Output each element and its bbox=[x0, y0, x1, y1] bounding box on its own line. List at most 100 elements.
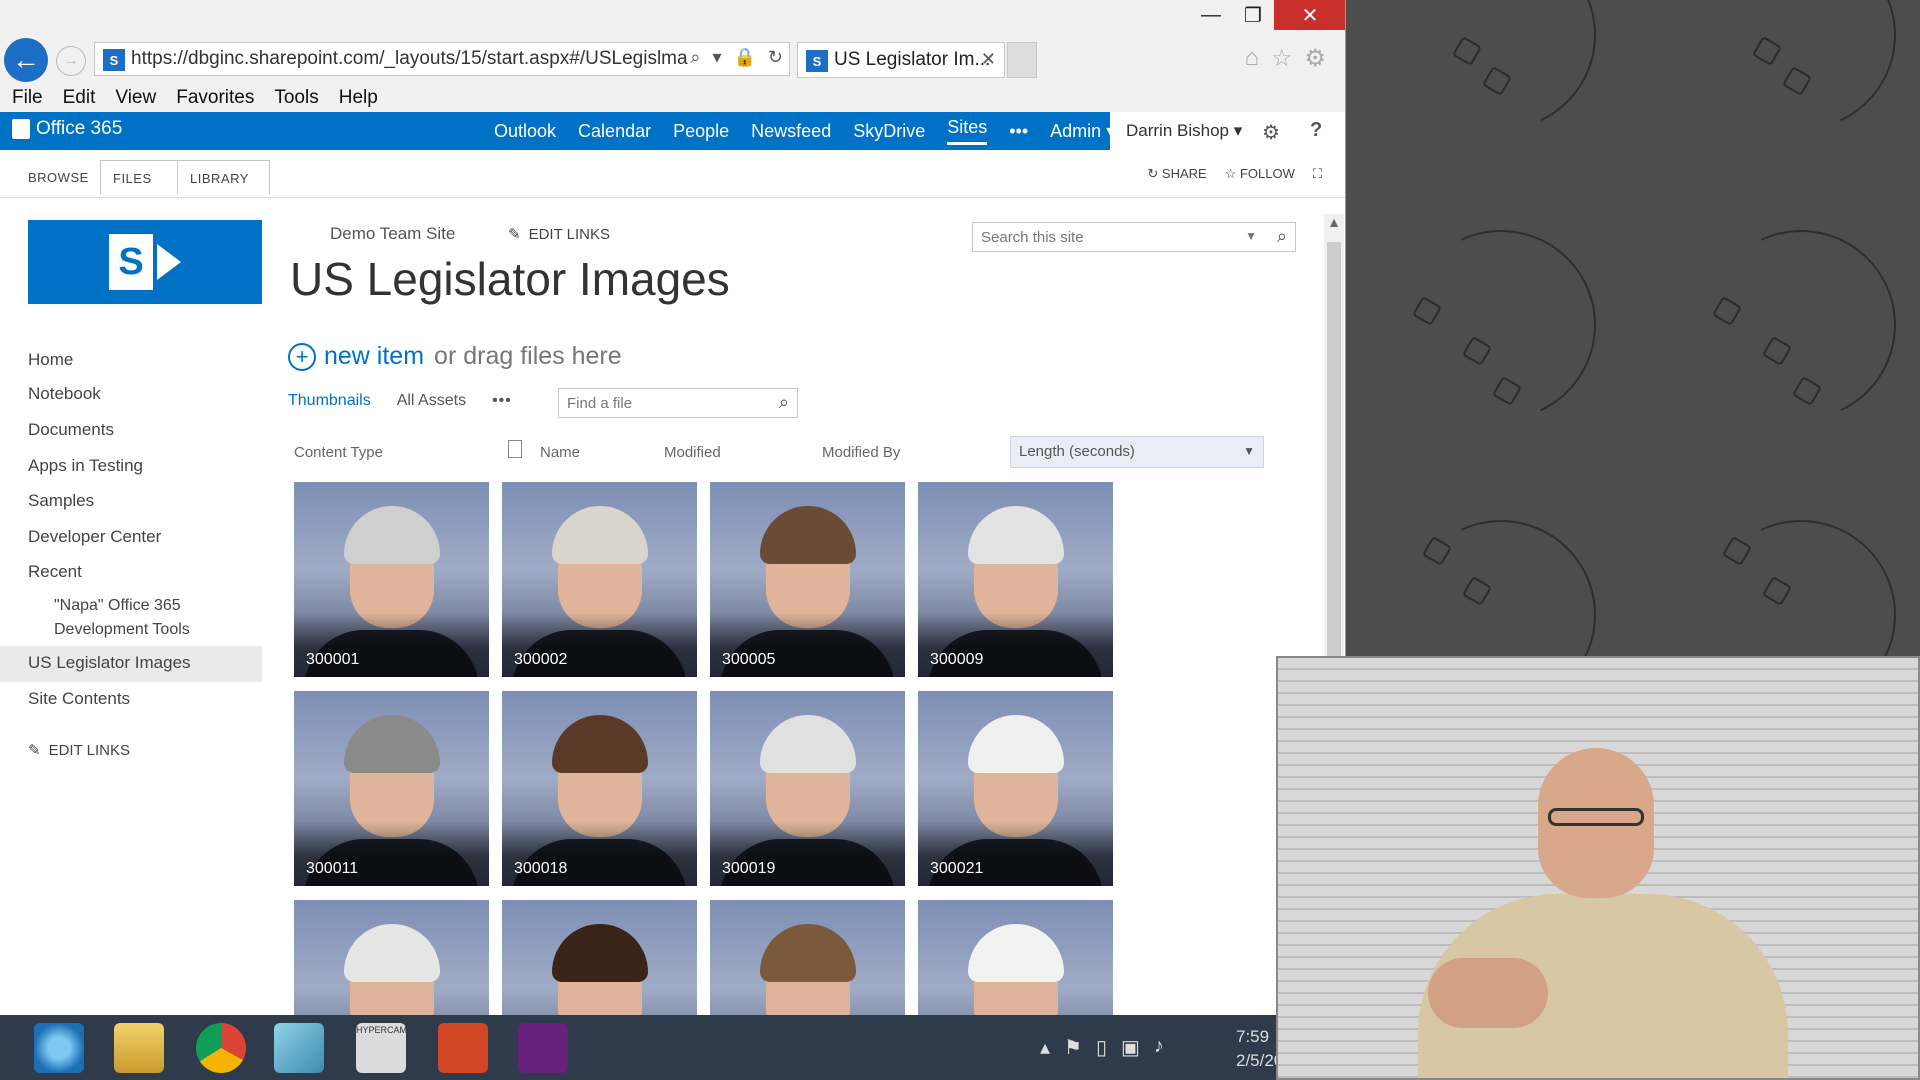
home-icon[interactable]: ⌂ bbox=[1244, 44, 1259, 73]
chevron-down-icon[interactable]: ▼ bbox=[1243, 444, 1255, 458]
column-modified-by[interactable]: Modified By bbox=[822, 444, 900, 461]
suite-link-newsfeed[interactable]: Newsfeed bbox=[751, 121, 831, 142]
browser-tab[interactable]: S US Legislator Im... ✕ bbox=[797, 42, 1005, 78]
tray-expand-icon[interactable]: ▴ bbox=[1040, 1035, 1050, 1060]
thumbnail-item[interactable] bbox=[294, 900, 489, 1015]
nav-edit-links[interactable]: ✎ EDIT LINKS bbox=[28, 741, 130, 760]
chrome-icon[interactable] bbox=[196, 1023, 246, 1073]
menu-edit[interactable]: Edit bbox=[63, 86, 96, 112]
windows-taskbar: HYPERCAM ▴ ⚑ ▯ ▣ ♪ 7:59 2/5/2014 bbox=[0, 1015, 1302, 1080]
tab-library[interactable]: LIBRARY bbox=[170, 160, 270, 194]
search-icon[interactable]: ⌕ bbox=[1277, 226, 1287, 247]
menu-file[interactable]: File bbox=[12, 86, 43, 112]
nav-item-apps-in-testing[interactable]: Apps in Testing bbox=[28, 456, 143, 476]
portrait-hair bbox=[552, 715, 648, 773]
column-content-type[interactable]: Content Type bbox=[294, 444, 383, 461]
menu-tools[interactable]: Tools bbox=[274, 86, 318, 112]
thumbnail-item[interactable] bbox=[918, 900, 1113, 1015]
suite-link-sites[interactable]: Sites bbox=[947, 117, 988, 145]
nav-item-napa-line1[interactable]: "Napa" Office 365 bbox=[54, 594, 181, 618]
thumbnail-item[interactable]: 300009 bbox=[918, 482, 1113, 677]
new-item-link[interactable]: new item bbox=[324, 342, 424, 371]
close-button[interactable]: ✕ bbox=[1274, 0, 1345, 30]
refresh-icon[interactable]: ↻ bbox=[768, 47, 783, 68]
notepad-icon[interactable] bbox=[274, 1023, 324, 1073]
nav-item-samples[interactable]: Samples bbox=[28, 491, 94, 511]
address-bar[interactable]: S https://dbginc.sharepoint.com/_layouts… bbox=[94, 42, 790, 76]
suite-link-admin[interactable]: Admin ▾ bbox=[1050, 121, 1115, 142]
chevron-down-icon[interactable]: ▼ bbox=[1245, 229, 1257, 243]
thumbnail-item[interactable] bbox=[502, 900, 697, 1015]
column-modified[interactable]: Modified bbox=[664, 444, 721, 461]
new-tab-button[interactable] bbox=[1007, 42, 1037, 78]
volume-icon[interactable]: ♪ bbox=[1154, 1035, 1164, 1060]
tab-browse[interactable]: BROWSE bbox=[28, 170, 89, 185]
edit-links-button[interactable]: ✎ EDIT LINKS bbox=[508, 225, 610, 244]
forward-button[interactable]: → bbox=[56, 46, 86, 76]
nav-item-napa-line2[interactable]: Development Tools bbox=[54, 618, 190, 642]
view-all-assets[interactable]: All Assets bbox=[397, 392, 466, 410]
search-icon[interactable]: ⌕ bbox=[779, 392, 789, 413]
nav-item-us-legislator-images[interactable]: US Legislator Images bbox=[28, 653, 191, 673]
minimize-button[interactable]: — bbox=[1190, 0, 1232, 30]
suite-link-more[interactable]: ••• bbox=[1009, 121, 1028, 142]
search-input[interactable]: Search this site ▼ ⌕ bbox=[972, 222, 1296, 252]
powerpoint-icon[interactable] bbox=[438, 1023, 488, 1073]
dropdown-icon[interactable]: ▾ bbox=[712, 47, 721, 68]
nav-item-notebook[interactable]: Notebook bbox=[28, 384, 101, 404]
view-thumbnails[interactable]: Thumbnails bbox=[288, 392, 371, 410]
internet-explorer-icon[interactable] bbox=[34, 1023, 84, 1073]
visual-studio-icon[interactable] bbox=[518, 1023, 568, 1073]
thumbnail-item[interactable]: 300011 bbox=[294, 691, 489, 886]
nav-item-recent[interactable]: Recent bbox=[28, 562, 82, 582]
thumbnail-item[interactable]: 300021 bbox=[918, 691, 1113, 886]
column-name[interactable]: Name bbox=[540, 444, 580, 461]
search-icon[interactable]: ⌕ bbox=[690, 47, 700, 68]
share-button[interactable]: ↻ SHARE bbox=[1147, 166, 1206, 182]
site-logo[interactable]: S bbox=[28, 220, 262, 304]
plus-icon[interactable]: + bbox=[288, 342, 316, 371]
scroll-up-icon[interactable]: ▲ bbox=[1324, 214, 1344, 234]
thumbnail-item[interactable]: 300005 bbox=[710, 482, 905, 677]
power-icon[interactable]: ▯ bbox=[1096, 1035, 1107, 1060]
back-button[interactable]: ← bbox=[4, 38, 48, 82]
network-icon[interactable]: ▣ bbox=[1121, 1035, 1140, 1060]
sharepoint-favicon-icon: S bbox=[806, 50, 828, 72]
menu-favorites[interactable]: Favorites bbox=[176, 86, 254, 112]
nav-item-developer-center[interactable]: Developer Center bbox=[28, 527, 161, 547]
view-more[interactable]: ••• bbox=[492, 392, 512, 410]
thumbnail-item[interactable]: 300019 bbox=[710, 691, 905, 886]
suite-link-skydrive[interactable]: SkyDrive bbox=[853, 121, 925, 142]
file-explorer-icon[interactable] bbox=[114, 1023, 164, 1073]
breadcrumb[interactable]: Demo Team Site bbox=[330, 224, 455, 244]
menu-view[interactable]: View bbox=[115, 86, 156, 112]
thumbnail-item[interactable]: 300002 bbox=[502, 482, 697, 677]
thumbnail-item[interactable]: 300018 bbox=[502, 691, 697, 886]
column-length-seconds[interactable]: Length (seconds) ▼ bbox=[1010, 436, 1264, 468]
help-icon[interactable]: ? bbox=[1310, 119, 1322, 142]
nav-item-documents[interactable]: Documents bbox=[28, 420, 114, 440]
suite-link-calendar[interactable]: Calendar bbox=[578, 121, 651, 142]
action-center-flag-icon[interactable]: ⚑ bbox=[1064, 1035, 1082, 1060]
follow-button[interactable]: ☆ FOLLOW bbox=[1225, 166, 1295, 182]
nav-item-home[interactable]: Home bbox=[28, 350, 73, 370]
suite-link-outlook[interactable]: Outlook bbox=[494, 121, 556, 142]
restore-button[interactable]: ❐ bbox=[1232, 0, 1274, 30]
address-tools: ⌕ ▾ 🔒 ↻ bbox=[690, 47, 783, 68]
favorites-star-icon[interactable]: ☆ bbox=[1271, 44, 1293, 73]
office-logo-icon bbox=[12, 119, 30, 139]
nav-item-site-contents[interactable]: Site Contents bbox=[28, 689, 130, 709]
tab-files[interactable]: FILES bbox=[100, 160, 178, 194]
find-file-input[interactable]: Find a file ⌕ bbox=[558, 388, 798, 418]
suite-link-people[interactable]: People bbox=[673, 121, 729, 142]
focus-on-content-icon[interactable]: ⛶ bbox=[1313, 166, 1322, 182]
lock-icon[interactable]: 🔒 bbox=[733, 47, 755, 68]
tab-close-icon[interactable]: ✕ bbox=[981, 49, 996, 70]
settings-gear-icon[interactable]: ⚙ bbox=[1262, 120, 1280, 145]
office365-logo[interactable]: Office 365 bbox=[12, 118, 122, 140]
hypercam-icon[interactable]: HYPERCAM bbox=[356, 1023, 407, 1073]
thumbnail-item[interactable] bbox=[710, 900, 905, 1015]
menu-help[interactable]: Help bbox=[339, 86, 378, 112]
thumbnail-item[interactable]: 300001 bbox=[294, 482, 489, 677]
gear-icon[interactable]: ⚙ bbox=[1304, 44, 1326, 73]
